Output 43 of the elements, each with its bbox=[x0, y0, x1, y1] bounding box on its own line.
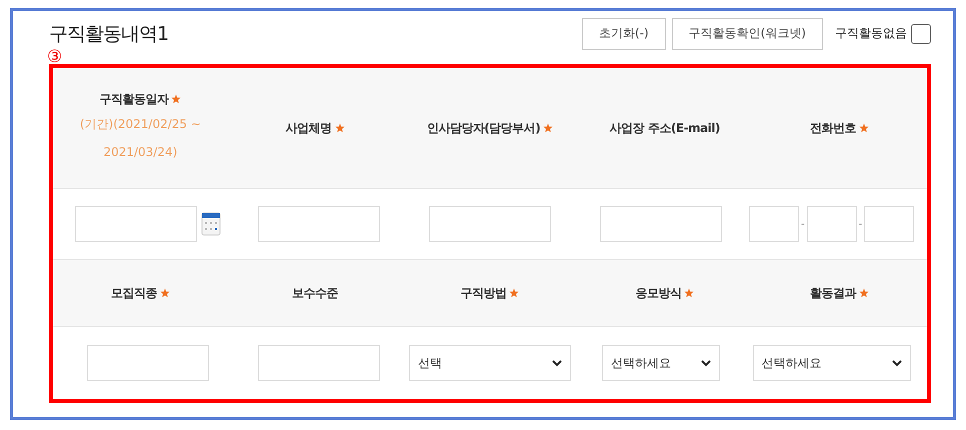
column-label: 구직활동일자 bbox=[99, 90, 168, 108]
column-label: 응모방식 bbox=[635, 284, 682, 302]
action-button[interactable]: 구직활동확인(워크넷) bbox=[672, 18, 823, 50]
column-label: 구직방법 bbox=[460, 284, 506, 302]
phone-input[interactable] bbox=[864, 206, 914, 242]
select-dropdown[interactable]: 선택 bbox=[408, 345, 571, 381]
chevron-down-icon bbox=[552, 360, 562, 366]
chevron-down-icon bbox=[700, 360, 711, 366]
column-label: 전화번호 bbox=[810, 120, 856, 136]
phone-separator: - bbox=[858, 218, 862, 230]
text-input[interactable] bbox=[600, 206, 722, 242]
section-title: 구직활동내역1 bbox=[49, 22, 170, 46]
period-note: (기간)(2021/02/25 ~ 2021/03/24) bbox=[78, 116, 202, 160]
column-label: 모집직종 bbox=[110, 284, 157, 302]
calendar-icon[interactable] bbox=[201, 212, 222, 236]
action-button[interactable]: 초기화(-) bbox=[582, 18, 666, 50]
required-star-icon bbox=[543, 123, 554, 133]
required-star-icon bbox=[171, 94, 182, 104]
text-input[interactable] bbox=[258, 345, 380, 381]
checkbox-label: 구직활동없음 bbox=[835, 25, 907, 42]
required-star-icon bbox=[334, 123, 345, 133]
chevron-down-icon bbox=[892, 360, 902, 366]
column-label: 사업장 주소(E-mail) bbox=[610, 120, 720, 136]
date-input[interactable] bbox=[75, 206, 198, 242]
text-input[interactable] bbox=[258, 206, 380, 242]
phone-input[interactable] bbox=[806, 206, 857, 242]
phone-separator: - bbox=[800, 218, 805, 230]
required-star-icon bbox=[160, 288, 170, 298]
column-label: 보수수준 bbox=[292, 284, 338, 302]
column-label: 사업체명 bbox=[286, 120, 332, 136]
step-marker: ③ bbox=[47, 50, 64, 64]
column-label: 활동결과 bbox=[810, 284, 856, 302]
required-star-icon bbox=[859, 288, 870, 298]
select-dropdown[interactable]: 선택하세요 bbox=[602, 345, 720, 381]
phone-input[interactable] bbox=[748, 206, 799, 242]
select-dropdown[interactable]: 선택하세요 bbox=[752, 345, 911, 381]
required-star-icon bbox=[859, 123, 870, 133]
checkbox[interactable] bbox=[911, 24, 931, 44]
text-input[interactable] bbox=[87, 345, 210, 381]
required-star-icon bbox=[509, 288, 520, 298]
text-input[interactable] bbox=[428, 206, 551, 242]
column-label: 인사담당자(담당부서) bbox=[426, 120, 540, 136]
required-star-icon bbox=[684, 288, 694, 298]
